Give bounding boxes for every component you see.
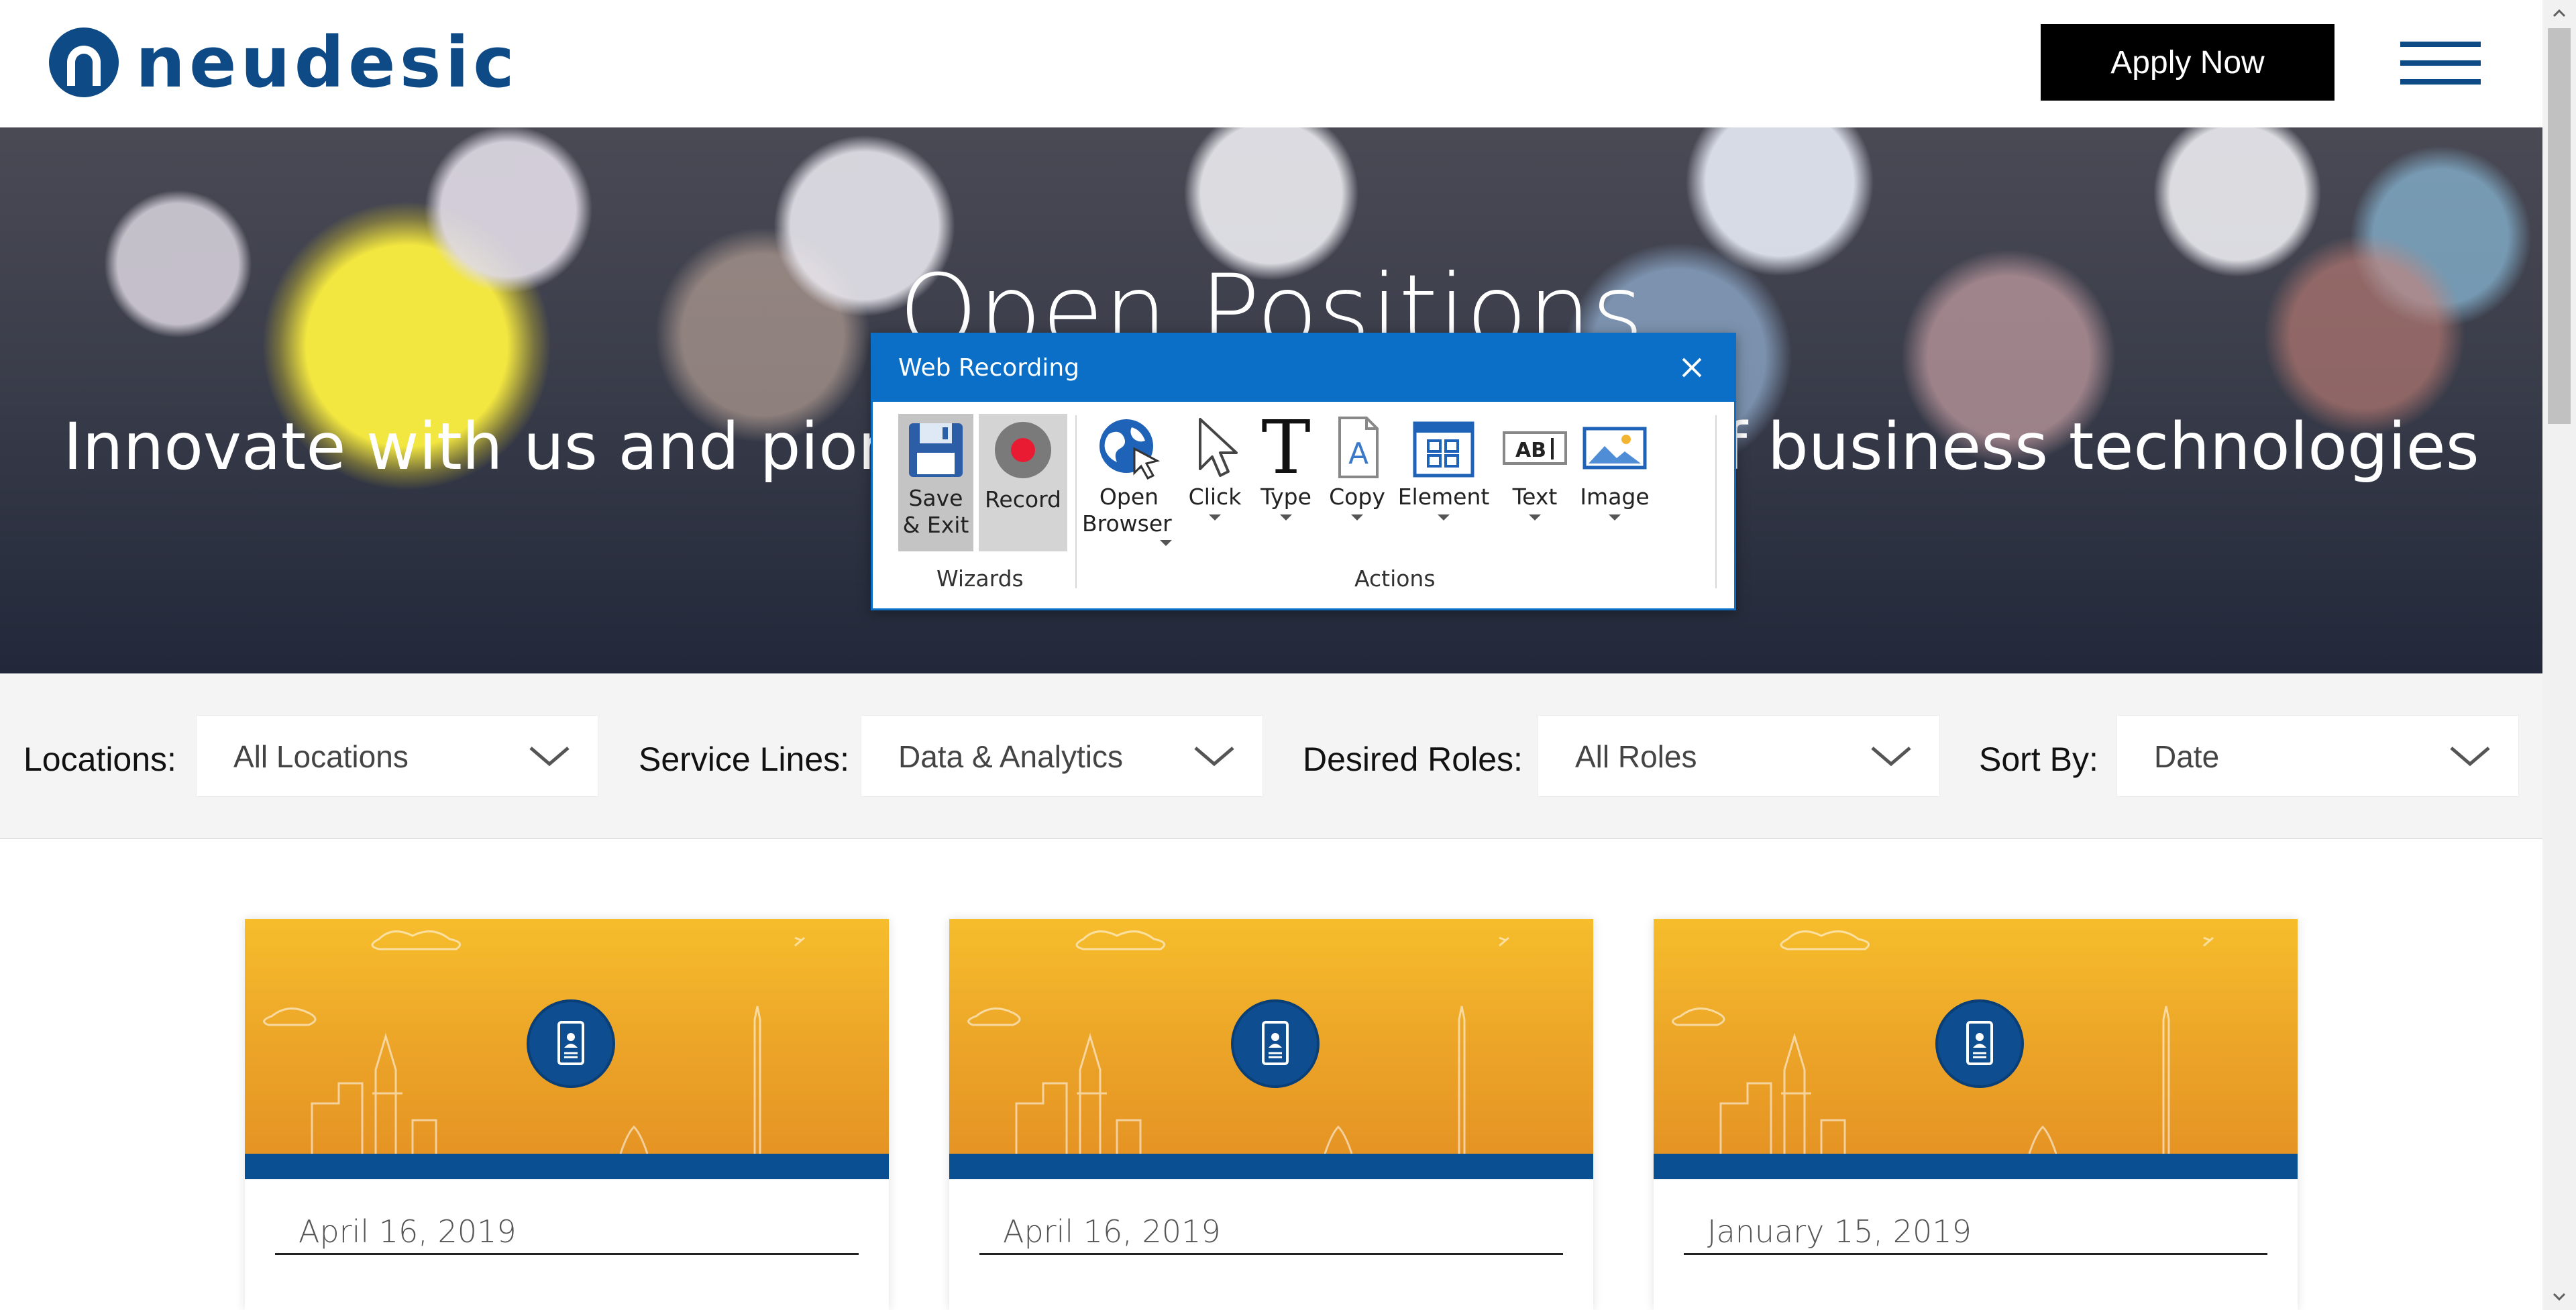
card-date: April 16, 2019 — [275, 1213, 859, 1255]
copy-button[interactable]: A Copy — [1322, 414, 1392, 575]
text-field-icon: AB — [1503, 431, 1567, 465]
type-icon: T — [1261, 404, 1310, 490]
card-divider-band — [245, 1154, 889, 1179]
sort-by-select-value: Date — [2154, 739, 2220, 774]
type-button[interactable]: T Type — [1252, 404, 1320, 575]
locations-label: Locations: — [23, 741, 176, 778]
desired-roles-label: Desired Roles: — [1303, 741, 1523, 778]
card-divider-band — [1654, 1154, 2298, 1179]
actions-group-label: Actions — [1354, 565, 1436, 592]
text-button[interactable]: AB Text — [1498, 414, 1572, 575]
pointer-icon — [1199, 418, 1238, 477]
job-card[interactable]: April 16, 2019 — [245, 919, 889, 1310]
dropdown-arrow-icon — [1609, 514, 1621, 521]
card-date: January 15, 2019 — [1684, 1213, 2267, 1255]
group-separator — [1075, 415, 1077, 588]
service-lines-select[interactable]: Data & Analytics — [861, 715, 1263, 797]
element-label: Element — [1397, 484, 1490, 510]
desired-roles-select-value: All Roles — [1575, 739, 1697, 774]
chevron-down-icon — [2450, 747, 2490, 767]
logo-wordmark: neudesic — [136, 21, 519, 103]
save-exit-label-2: & Exit — [902, 512, 969, 538]
click-label: Click — [1188, 484, 1242, 510]
element-button[interactable]: Element — [1395, 414, 1493, 575]
close-icon[interactable] — [1676, 352, 1707, 383]
text-label: Text — [1512, 484, 1558, 510]
job-badge-icon — [527, 999, 615, 1088]
chevron-down-icon — [1871, 747, 1911, 767]
svg-text:AB: AB — [1515, 439, 1546, 462]
web-recording-dialog: Web Recording Save & Exit Record Wizards — [871, 333, 1736, 610]
dropdown-arrow-icon — [1529, 514, 1541, 521]
locations-select[interactable]: All Locations — [196, 715, 598, 797]
record-icon — [995, 422, 1051, 478]
chevron-down-icon — [529, 747, 570, 767]
dropdown-arrow-icon — [1160, 540, 1172, 546]
locations-select-value: All Locations — [233, 739, 409, 774]
click-button[interactable]: Click — [1181, 414, 1248, 575]
svg-text:A: A — [1348, 437, 1368, 471]
job-card[interactable]: April 16, 2019 — [949, 919, 1593, 1310]
wizards-group-label: Wizards — [936, 565, 1024, 592]
image-button[interactable]: Image — [1574, 414, 1655, 575]
save-exit-button[interactable]: Save & Exit — [898, 414, 973, 551]
job-badge-icon — [1935, 999, 2024, 1088]
dialog-title-bar[interactable]: Web Recording — [873, 335, 1734, 402]
card-date: April 16, 2019 — [979, 1213, 1563, 1255]
group-separator — [1715, 415, 1717, 588]
card-divider-band — [949, 1154, 1593, 1179]
globe-icon — [1099, 419, 1161, 480]
logo-mark-icon — [49, 28, 119, 97]
service-lines-select-value: Data & Analytics — [898, 739, 1123, 774]
record-button[interactable]: Record — [979, 414, 1067, 551]
dialog-title: Web Recording — [898, 354, 1079, 382]
page-scrollbar[interactable] — [2542, 0, 2576, 1310]
sort-by-select[interactable]: Date — [2116, 715, 2519, 797]
open-browser-label-2: Browser — [1082, 510, 1172, 537]
dropdown-arrow-icon — [1280, 514, 1292, 521]
scroll-up-arrow-icon[interactable] — [2542, 0, 2576, 27]
job-filter-bar: Locations: All Locations Service Lines: … — [0, 673, 2542, 839]
service-lines-label: Service Lines: — [639, 741, 850, 778]
element-icon — [1413, 421, 1474, 478]
copy-icon: A — [1338, 417, 1379, 478]
image-label: Image — [1580, 484, 1650, 510]
apply-now-button[interactable]: Apply Now — [2041, 24, 2334, 101]
open-browser-button[interactable]: Open Browser — [1082, 414, 1176, 575]
sort-by-label: Sort By: — [1979, 741, 2098, 778]
dropdown-arrow-icon — [1438, 514, 1450, 521]
image-icon — [1582, 427, 1647, 470]
chevron-down-icon — [1194, 747, 1234, 767]
desired-roles-select[interactable]: All Roles — [1538, 715, 1940, 797]
neudesic-logo[interactable]: neudesic — [47, 25, 519, 99]
scroll-down-arrow-icon[interactable] — [2542, 1283, 2576, 1310]
job-card[interactable]: January 15, 2019 — [1654, 919, 2298, 1310]
floppy-disk-icon — [909, 423, 963, 477]
job-badge-icon — [1231, 999, 1320, 1088]
record-label: Record — [984, 486, 1062, 512]
dropdown-arrow-icon — [1209, 514, 1221, 521]
hamburger-menu-icon[interactable] — [2400, 42, 2481, 85]
site-header: neudesic Apply Now — [0, 0, 2542, 127]
scrollbar-thumb[interactable] — [2548, 28, 2571, 424]
type-label: Type — [1260, 484, 1311, 510]
open-browser-label-1: Open — [1099, 484, 1159, 510]
save-exit-label-1: Save — [908, 485, 963, 511]
dropdown-arrow-icon — [1351, 514, 1363, 521]
copy-label: Copy — [1329, 484, 1385, 510]
svg-text:T: T — [1261, 414, 1310, 481]
